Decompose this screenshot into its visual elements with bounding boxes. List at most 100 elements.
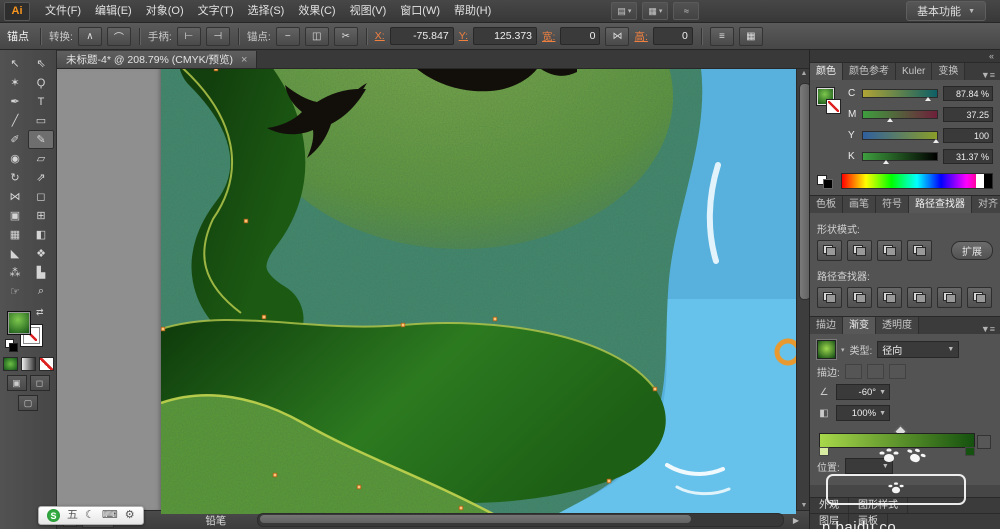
menu-effect[interactable]: 效果(C) bbox=[291, 1, 342, 22]
menu-view[interactable]: 视图(V) bbox=[343, 1, 394, 22]
draw-normal-button[interactable]: ▣ bbox=[6, 375, 27, 391]
lasso-tool[interactable]: Ϙ bbox=[28, 73, 54, 92]
minus-back-button[interactable] bbox=[967, 287, 992, 308]
document-tab[interactable]: 未标题-4* @ 208.79% (CMYK/预览) × bbox=[57, 51, 258, 68]
panel-menu-icon[interactable]: ▼≡ bbox=[976, 324, 1000, 334]
screen-mode-button[interactable]: ▢ bbox=[18, 395, 38, 411]
stroke-gradient-along-button[interactable] bbox=[866, 364, 884, 379]
remove-anchor-button[interactable]: − bbox=[275, 26, 300, 46]
gradient-opacity-input[interactable]: 100% ▼ bbox=[836, 405, 890, 421]
gradient-angle-input[interactable]: -60° ▼ bbox=[836, 384, 890, 400]
y-label[interactable]: Y: bbox=[459, 30, 468, 42]
canvas[interactable] bbox=[161, 69, 796, 514]
gradient-stop-left[interactable] bbox=[819, 447, 829, 456]
magic-wand-tool[interactable]: ✶ bbox=[2, 73, 28, 92]
tab-color[interactable]: 颜色 bbox=[810, 63, 843, 80]
delete-stop-button[interactable] bbox=[977, 435, 991, 449]
y-input[interactable]: 125.373 bbox=[473, 27, 538, 45]
tab-kuler[interactable]: Kuler bbox=[896, 63, 933, 80]
color-spectrum-bar[interactable] bbox=[841, 173, 993, 189]
tab-stroke[interactable]: 描边 bbox=[810, 317, 843, 334]
transform-panel-icon[interactable]: ▦ bbox=[738, 26, 763, 46]
rotate-tool[interactable]: ↻ bbox=[2, 168, 28, 187]
divide-button[interactable] bbox=[817, 287, 842, 308]
workspace-switcher-button[interactable]: 基本功能 ▼ bbox=[906, 1, 986, 21]
type-tool[interactable]: T bbox=[28, 92, 54, 111]
show-handles-button[interactable]: ⊢ bbox=[176, 26, 201, 46]
cyan-slider[interactable] bbox=[862, 89, 938, 101]
magenta-value-input[interactable]: 37.25 bbox=[943, 107, 993, 122]
height-label[interactable]: 高: bbox=[634, 29, 647, 44]
artwork-svg[interactable] bbox=[161, 69, 796, 514]
ime-mode-label[interactable]: 五 bbox=[67, 508, 78, 523]
scale-tool[interactable]: ⇗ bbox=[28, 168, 54, 187]
free-transform-tool[interactable]: ◻ bbox=[28, 187, 54, 206]
gradient-mode-button[interactable] bbox=[20, 357, 36, 371]
swap-fill-stroke-icon[interactable]: ⇄ bbox=[36, 307, 44, 318]
tab-brushes[interactable]: 画笔 bbox=[843, 196, 876, 213]
tab-align[interactable]: 对齐 bbox=[972, 196, 1000, 213]
cs-live-icon[interactable]: ≈ bbox=[673, 2, 700, 20]
direct-selection-tool[interactable]: ⇖ bbox=[28, 54, 54, 73]
outline-button[interactable] bbox=[937, 287, 962, 308]
tab-swatches[interactable]: 色板 bbox=[810, 196, 843, 213]
ime-fullwidth-icon[interactable]: ☾ bbox=[85, 508, 95, 523]
default-fill-stroke-icon[interactable] bbox=[5, 339, 18, 352]
black-slider[interactable] bbox=[862, 152, 938, 164]
line-segment-tool[interactable]: ╱ bbox=[2, 111, 28, 130]
tab-symbols[interactable]: 符号 bbox=[876, 196, 909, 213]
stroke-gradient-within-button[interactable] bbox=[844, 364, 862, 379]
crop-button[interactable] bbox=[907, 287, 932, 308]
trim-button[interactable] bbox=[847, 287, 872, 308]
stroke-gradient-across-button[interactable] bbox=[888, 364, 906, 379]
menu-window[interactable]: 窗口(W) bbox=[393, 1, 447, 22]
perspective-grid-tool[interactable]: ⊞ bbox=[28, 206, 54, 225]
gradient-slider[interactable] bbox=[819, 425, 991, 456]
minus-front-button[interactable] bbox=[847, 240, 872, 261]
tab-appearance[interactable]: 外观 bbox=[810, 498, 849, 513]
tab-transparency[interactable]: 透明度 bbox=[876, 317, 919, 334]
connect-path-button[interactable]: ◫ bbox=[304, 26, 329, 46]
tab-transform[interactable]: 变换 bbox=[932, 63, 966, 80]
eraser-tool[interactable]: ▱ bbox=[28, 149, 54, 168]
ime-settings-icon[interactable]: ⚙ bbox=[125, 508, 135, 523]
eyedropper-tool[interactable]: ◣ bbox=[2, 244, 28, 263]
dark-hill-stalk[interactable] bbox=[179, 69, 306, 357]
chevron-down-icon[interactable]: ▾ bbox=[841, 346, 845, 354]
black-white-swatches[interactable] bbox=[817, 174, 835, 189]
mesh-tool[interactable]: ▦ bbox=[2, 225, 28, 244]
pencil-tool[interactable]: ✎ bbox=[28, 130, 54, 149]
blob-brush-tool[interactable]: ◉ bbox=[2, 149, 28, 168]
gradient-preview-swatch[interactable] bbox=[816, 339, 837, 360]
horizontal-scrollbar-thumb[interactable] bbox=[260, 515, 691, 523]
tab-layers[interactable]: 图层 bbox=[810, 514, 849, 529]
menu-object[interactable]: 对象(O) bbox=[139, 1, 191, 22]
yellow-slider[interactable] bbox=[862, 131, 940, 143]
stop-location-input[interactable]: ▼ bbox=[844, 458, 893, 474]
align-panel-icon[interactable]: ≡ bbox=[709, 26, 734, 46]
menu-help[interactable]: 帮助(H) bbox=[447, 1, 498, 22]
exclude-button[interactable] bbox=[907, 240, 932, 261]
horizontal-scrollbar[interactable] bbox=[257, 513, 784, 527]
gradient-type-dropdown[interactable]: 径向 ▼ bbox=[877, 341, 960, 358]
zoom-tool[interactable]: ⌕ bbox=[28, 282, 54, 301]
width-input[interactable]: 0 bbox=[560, 27, 601, 45]
menu-select[interactable]: 选择(S) bbox=[241, 1, 292, 22]
yellow-value-input[interactable]: 100 bbox=[943, 128, 993, 143]
column-graph-tool[interactable]: ▙ bbox=[28, 263, 54, 282]
rectangle-tool[interactable]: ▭ bbox=[28, 111, 54, 130]
scroll-right-icon[interactable]: ▶ bbox=[789, 516, 803, 525]
close-icon[interactable]: × bbox=[241, 54, 247, 66]
magenta-slider[interactable] bbox=[862, 110, 938, 122]
convert-to-corner-button[interactable]: ∧ bbox=[77, 26, 102, 46]
ime-logo[interactable]: S bbox=[47, 509, 60, 522]
menu-edit[interactable]: 编辑(E) bbox=[88, 1, 139, 22]
width-tool[interactable]: ⋈ bbox=[2, 187, 28, 206]
unite-button[interactable] bbox=[817, 240, 842, 261]
gradient-tool[interactable]: ◧ bbox=[28, 225, 54, 244]
ime-toolbar[interactable]: S 五 ☾ ⌨ ⚙ bbox=[38, 506, 144, 525]
hand-tool[interactable]: ☞ bbox=[2, 282, 28, 301]
selection-tool[interactable]: ↖ bbox=[2, 54, 28, 73]
pasteboard[interactable] bbox=[57, 69, 161, 510]
x-label[interactable]: X: bbox=[375, 30, 385, 42]
